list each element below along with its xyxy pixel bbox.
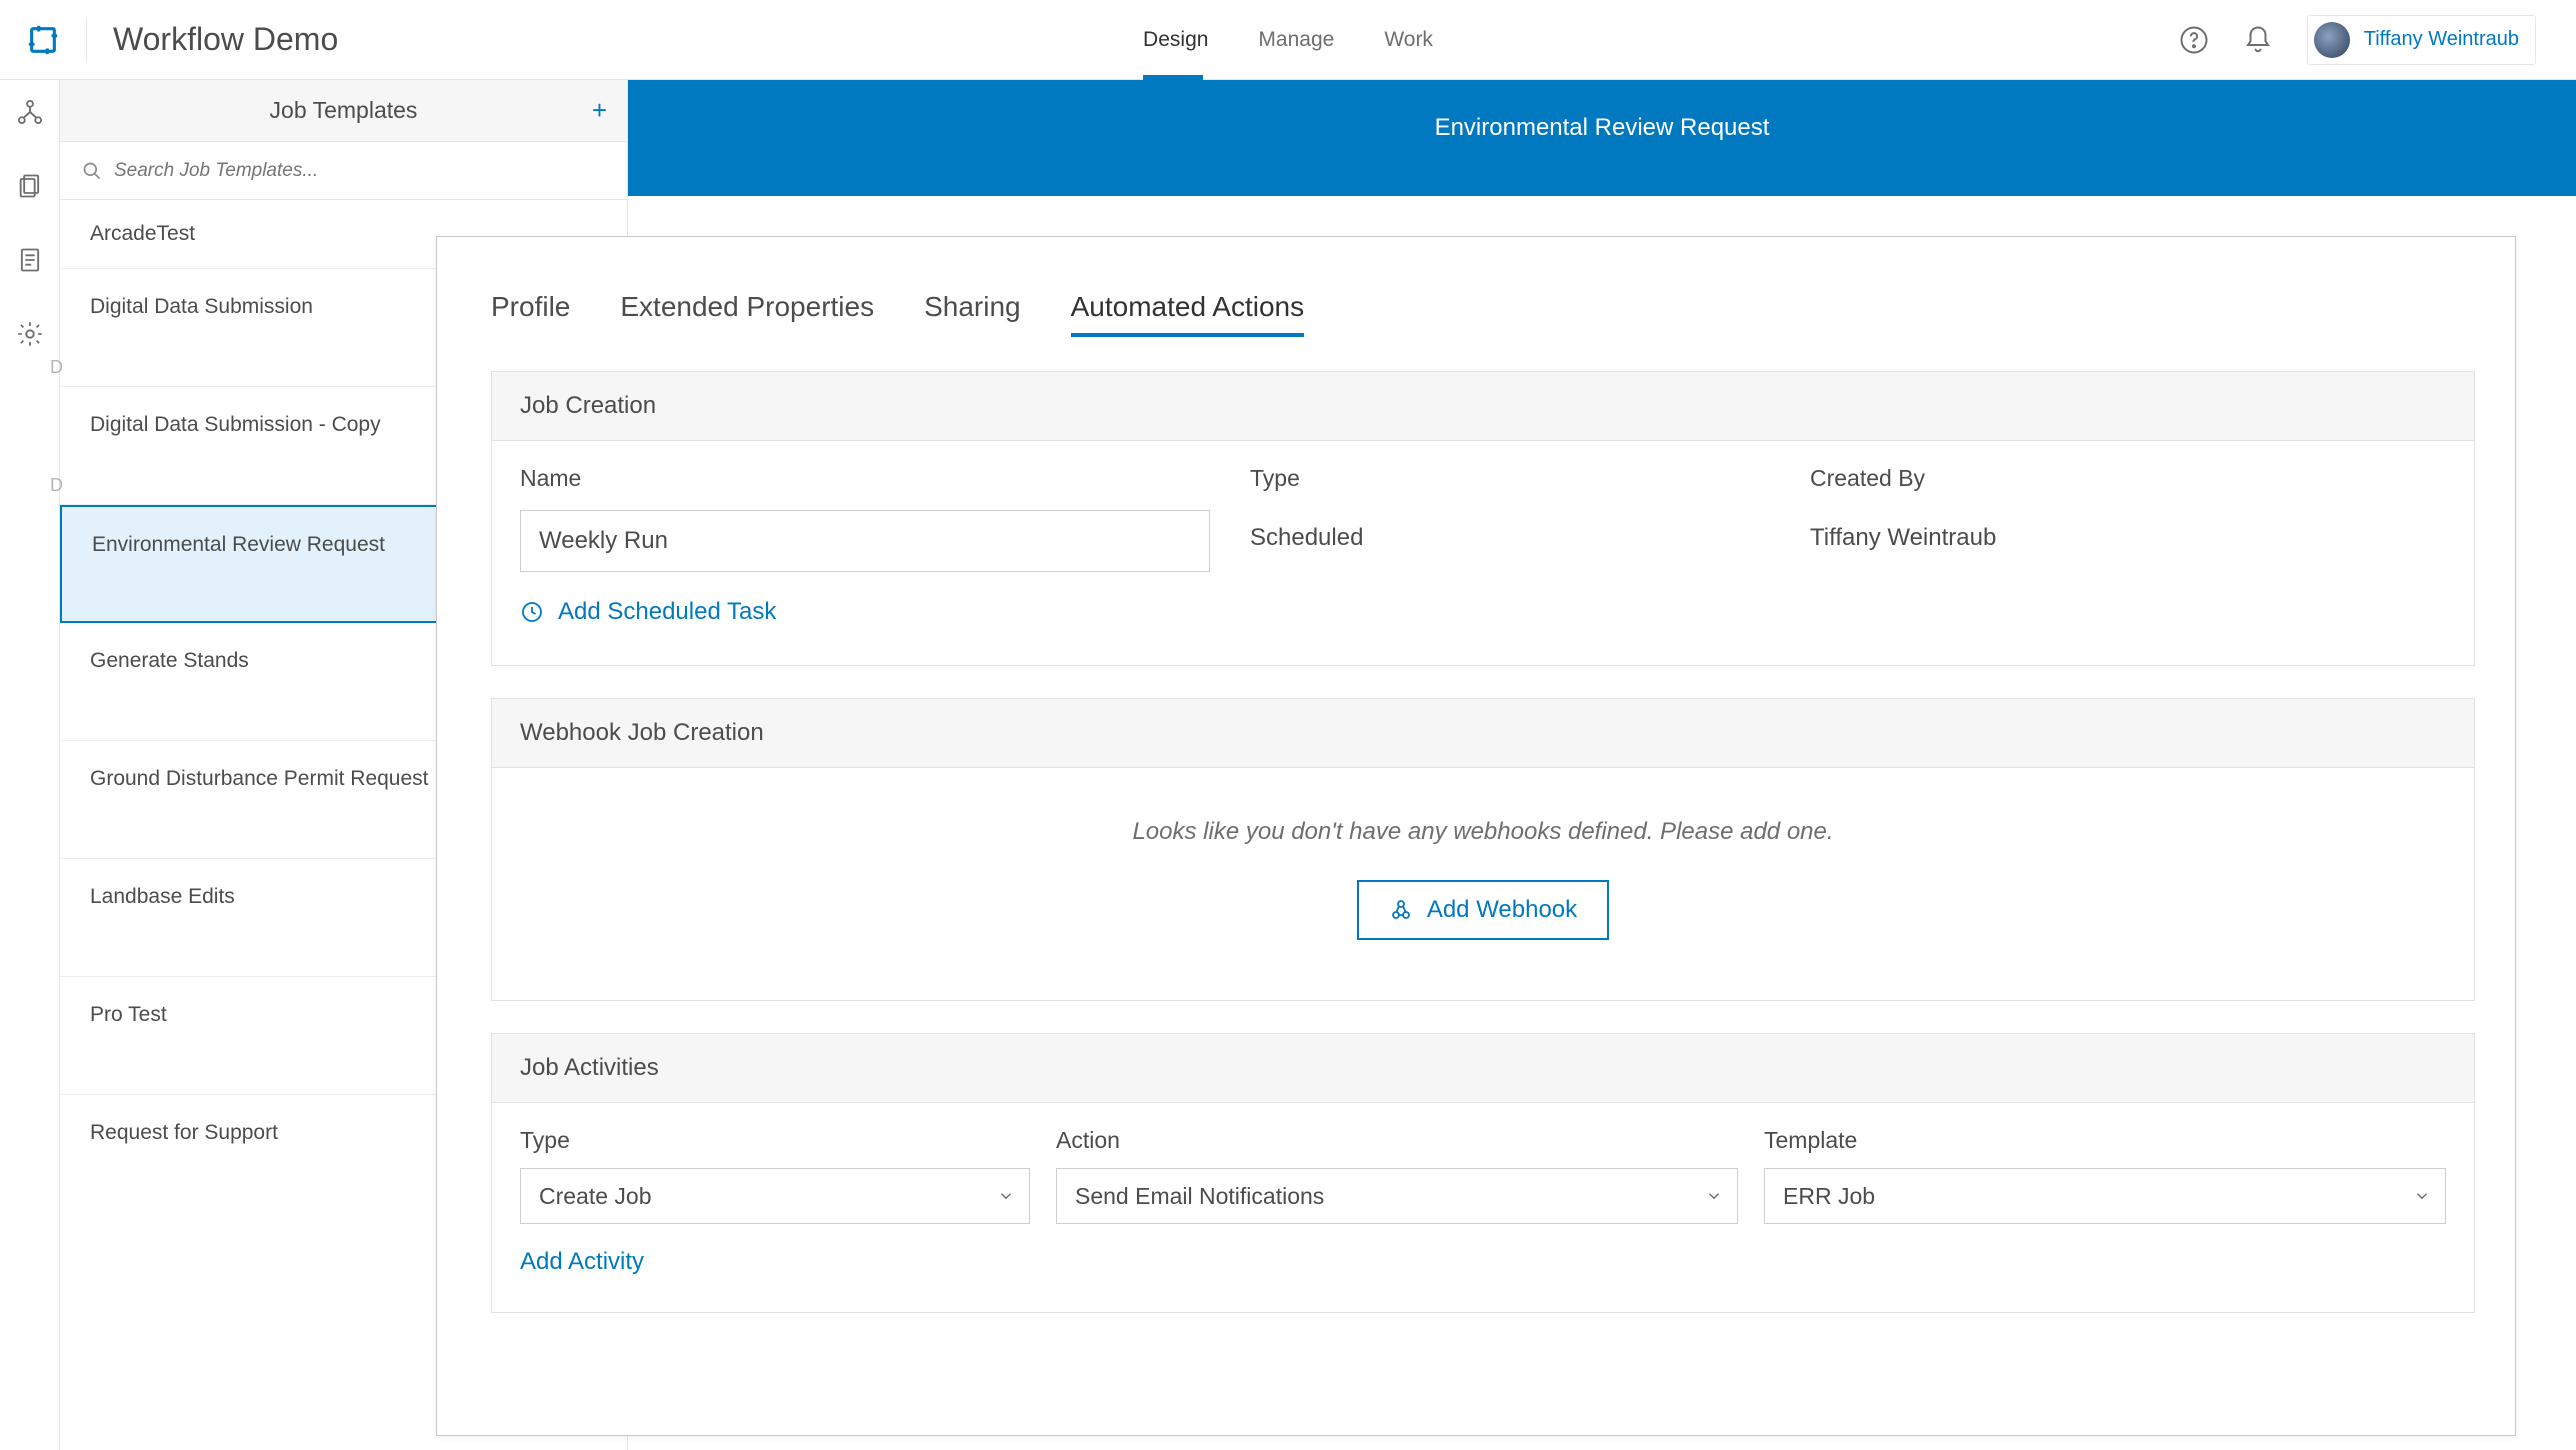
section-job-creation: Job Creation Name Type Scheduled Created… [491,371,2475,666]
help-icon[interactable] [2179,25,2209,55]
webhook-icon [1389,898,1413,922]
template-label: Landbase Edits [90,885,235,908]
nav-work[interactable]: Work [1384,0,1433,79]
template-label: Pro Test [90,1003,167,1026]
jc-name-input[interactable] [520,510,1210,572]
ja-type-label: Type [520,1127,1030,1154]
nav-manage[interactable]: Manage [1258,0,1334,79]
add-webhook-button[interactable]: Add Webhook [1357,880,1609,940]
template-label: Generate Stands [90,649,249,672]
bell-icon[interactable] [2243,25,2273,55]
truncated-hint: D [50,357,63,378]
chevron-down-icon [1705,1187,1723,1205]
ja-type-select[interactable]: Create Job [520,1168,1030,1224]
jc-type-label: Type [1250,465,1770,492]
tab-automated[interactable]: Automated Actions [1071,291,1304,337]
jc-name-label: Name [520,465,1210,492]
diagram-icon[interactable] [16,98,44,126]
jc-type-value: Scheduled [1250,510,1770,552]
ja-action-select[interactable]: Send Email Notifications [1056,1168,1738,1224]
chevron-down-icon [997,1187,1015,1205]
template-label: Environmental Review Request [92,533,385,556]
template-label: Digital Data Submission - Copy [90,413,381,436]
ja-template-label: Template [1764,1127,2446,1154]
avatar [2314,22,2350,58]
tab-sharing[interactable]: Sharing [924,291,1021,337]
section-heading: Job Activities [492,1034,2474,1103]
topbar: Workflow Demo Design Manage Work Tiffany… [0,0,2576,80]
ja-type-value: Create Job [539,1183,652,1210]
add-activity-link[interactable]: Add Activity [520,1248,644,1276]
add-template-button[interactable]: + [592,95,607,126]
jc-by-label: Created By [1810,465,2446,492]
truncated-hint: D [50,475,63,496]
templates-search [60,142,627,200]
templates-header: Job Templates + [60,80,627,142]
template-label: Ground Disturbance Permit Request [90,767,429,790]
section-webhook: Webhook Job Creation Looks like you don'… [491,698,2475,1001]
template-label: ArcadeTest [90,222,195,245]
jc-by-value: Tiffany Weintraub [1810,510,2446,552]
section-job-activities: Job Activities Type Create Job Action Se… [491,1033,2475,1313]
app-logo-icon [26,23,60,57]
chevron-down-icon [2413,1187,2431,1205]
user-chip[interactable]: Tiffany Weintraub [2307,15,2536,65]
detail-tabs: Profile Extended Properties Sharing Auto… [491,291,2475,337]
add-scheduled-task-label: Add Scheduled Task [558,598,776,626]
app-title: Workflow Demo [113,21,338,58]
ja-template-select[interactable]: ERR Job [1764,1168,2446,1224]
clock-icon [520,600,544,624]
search-input[interactable] [114,160,605,182]
nav-design-label: Design [1143,28,1208,52]
tab-extended[interactable]: Extended Properties [620,291,874,337]
user-name: Tiffany Weintraub [2364,28,2519,51]
template-label: Digital Data Submission [90,295,313,318]
document-icon[interactable] [16,246,44,274]
add-webhook-label: Add Webhook [1427,896,1577,924]
divider [86,18,87,62]
ja-action-value: Send Email Notifications [1075,1183,1324,1210]
top-nav: Design Manage Work [1143,0,1433,79]
webhook-empty-message: Looks like you don't have any webhooks d… [492,818,2474,846]
ja-template-value: ERR Job [1783,1183,1875,1210]
add-scheduled-task-link[interactable]: Add Scheduled Task [520,598,776,626]
templates-title: Job Templates [270,97,418,124]
template-label: Request for Support [90,1121,278,1144]
section-heading: Webhook Job Creation [492,699,2474,768]
side-rail [0,80,60,1450]
tab-profile[interactable]: Profile [491,291,570,337]
page-title: Environmental Review Request [1435,114,1770,196]
ja-action-label: Action [1056,1127,1738,1154]
gear-icon[interactable] [16,320,44,348]
detail-card: Profile Extended Properties Sharing Auto… [436,236,2516,1436]
search-icon [82,161,102,181]
nav-design[interactable]: Design [1143,0,1208,79]
templates-icon[interactable] [16,172,44,200]
topbar-right: Tiffany Weintraub [2179,15,2536,65]
breadcrumb-bar: Environmental Review Request [628,80,2576,196]
section-heading: Job Creation [492,372,2474,441]
